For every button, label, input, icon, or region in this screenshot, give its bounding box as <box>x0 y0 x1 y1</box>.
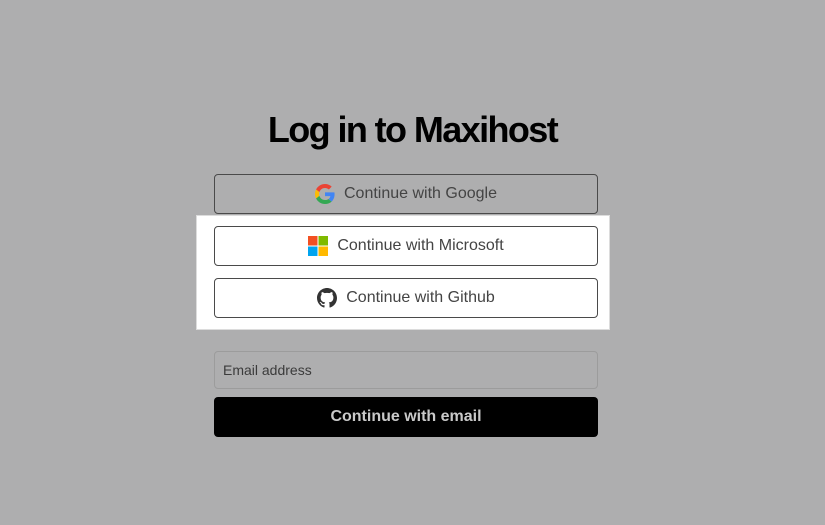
page-title: Log in to Maxihost <box>267 109 559 150</box>
email-input[interactable] <box>214 351 598 389</box>
microsoft-icon <box>308 236 329 256</box>
continue-with-email-button[interactable]: Continue with email <box>214 397 598 437</box>
continue-with-microsoft-button[interactable]: Continue with Microsoft <box>214 226 598 266</box>
microsoft-button-label: Continue with Microsoft <box>337 237 504 254</box>
google-icon <box>315 184 335 204</box>
github-icon <box>317 288 338 308</box>
google-button-label: Continue with Google <box>344 185 497 202</box>
continue-with-github-button[interactable]: Continue with Github <box>214 278 598 318</box>
github-button-label: Continue with Github <box>346 289 495 306</box>
continue-with-google-button[interactable]: Continue with Google <box>214 174 598 214</box>
